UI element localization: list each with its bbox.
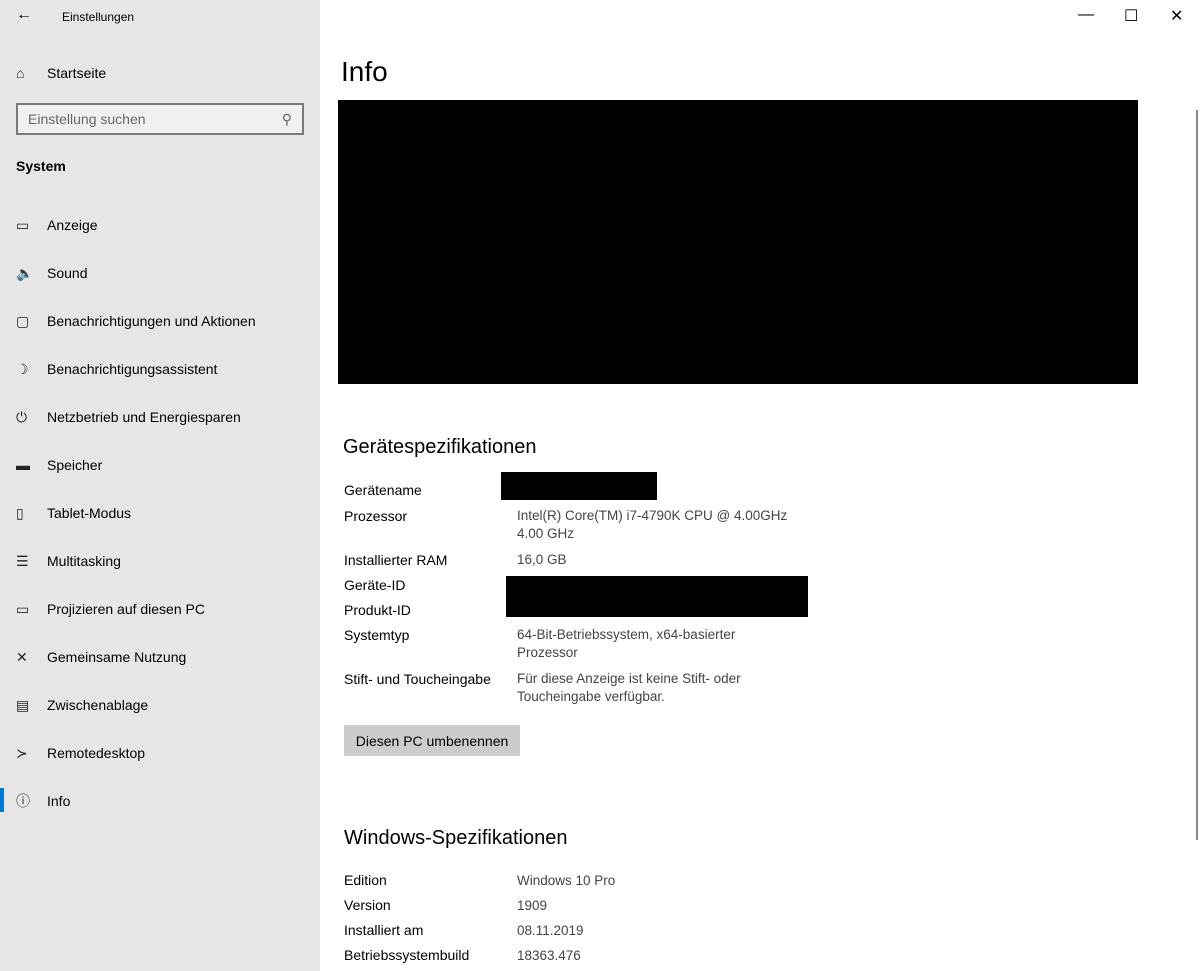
nav-item-sound[interactable]: 🔈 Sound [0,253,320,293]
nav-item-netzbetrieb-und-energiesparen[interactable]: ⏻ Netzbetrieb und Energiesparen [0,397,320,437]
spec-value-line: Prozessor [517,645,578,660]
project-icon: ▭ [16,600,30,617]
spec-value: 16,0 GB [517,551,567,569]
nav-label: Sound [47,265,88,281]
spec-value-line: Intel(R) Core(TM) i7-4790K CPU @ 4.00GHz [517,508,788,523]
spec-label: Produkt-ID [344,602,411,618]
spec-label: Gerätename [344,482,422,498]
moon-icon: ☽ [16,360,29,377]
power-icon: ⏻ [16,408,28,425]
search-icon: ⚲ [281,111,292,127]
spec-label: Systemtyp [344,627,410,643]
spec-label: Installiert am [344,922,424,938]
back-icon[interactable]: ← [16,6,32,24]
spec-label: Stift- und Toucheingabe [344,671,491,687]
info-icon: ⓘ [16,793,30,809]
nav-label: Info [47,793,71,809]
nav-label: Projizieren auf diesen PC [47,601,205,617]
home-icon: ⌂ [16,65,25,81]
spec-value: 18363.476 [517,948,581,963]
speaker-icon: 🔈 [16,264,34,281]
spec-label: Betriebssystembuild [344,947,470,963]
nav-item-multitasking[interactable]: ☰ Multitasking [0,541,320,581]
clipboard-icon: ▤ [16,696,30,713]
close-button[interactable]: ✕ [1170,6,1183,26]
nav-item-speicher[interactable]: ▬ Speicher [0,445,320,485]
redacted-device-name [501,472,657,500]
nav-item-anzeige[interactable]: ▭ Anzeige [0,205,320,245]
redacted-ids [506,576,808,617]
nav-label: Speicher [47,457,103,473]
nav-label: Startseite [47,65,107,81]
spec-value-line: Für diese Anzeige ist keine Stift- oder [517,671,741,686]
page-title: Info [341,56,388,87]
app-title: Einstellungen [62,10,135,24]
spec-value: 1909 [517,898,548,913]
spec-value: Intel(R) Core(TM) i7-4790K CPU @ 4.00GHz… [517,507,787,543]
nav-label: Benachrichtigungsassistent [47,361,218,377]
nav-label: Netzbetrieb und Energiesparen [47,409,241,425]
spec-label: Edition [344,872,387,888]
redacted-banner [338,100,1138,384]
spec-label: Installierter RAM [344,552,448,568]
search-input[interactable]: Einstellung suchen ⚲ [16,103,304,135]
nav-item-zwischenablage[interactable]: ▤ Zwischenablage [0,685,320,725]
nav-item-benachrichtigungen-und-aktionen[interactable]: ▢ Benachrichtigungen und Aktionen [0,301,320,341]
maximize-button[interactable]: ☐ [1124,6,1138,26]
notification-icon: ▢ [16,312,30,329]
nav-label: Benachrichtigungen und Aktionen [47,313,256,329]
multitasking-icon: ☰ [16,552,29,569]
spec-value-line: 16,0 GB [517,552,567,567]
spec-label: Version [344,897,391,913]
section-heading: System [16,158,66,174]
nav-item-benachrichtigungsassistent[interactable]: ☽ Benachrichtigungsassistent [0,349,320,389]
active-indicator [0,788,4,812]
device-specs-heading: Gerätespezifikationen [343,436,537,458]
share-icon: ✕ [16,648,28,665]
nav-label: Remotedesktop [47,745,146,761]
spec-value: 64-Bit-Betriebssystem, x64-basierter Proz… [517,626,735,662]
nav-label: Anzeige [47,217,98,233]
spec-value-line: 4.00 GHz [517,526,575,541]
spec-label: Geräte-ID [344,577,406,593]
scrollbar[interactable] [1196,110,1198,840]
nav-item-gemeinsame-nutzung[interactable]: ✕ Gemeinsame Nutzung [0,637,320,677]
nav-label: Tablet-Modus [47,505,132,521]
spec-value: Für diese Anzeige ist keine Stift- oder T… [517,670,741,706]
storage-icon: ▬ [16,457,30,473]
minimize-button[interactable]: — [1078,6,1094,24]
nav-label: Multitasking [47,553,121,569]
spec-value-line: 64-Bit-Betriebssystem, x64-basierter [517,627,736,642]
remote-icon: ≻ [16,744,28,761]
spec-value: Windows 10 Pro [517,873,616,888]
tablet-icon: ▯ [16,504,24,521]
spec-value-line: Toucheingabe verfügbar. [517,689,665,704]
windows-specs-heading: Windows-Spezifikationen [344,827,568,849]
nav-label: Gemeinsame Nutzung [47,649,187,665]
spec-label: Prozessor [344,508,408,524]
nav-item-projizieren-auf-diesen-pc[interactable]: ▭ Projizieren auf diesen PC [0,589,320,629]
nav-item-info[interactable]: ⓘ Info [0,781,320,821]
nav-item-remotedesktop[interactable]: ≻ Remotedesktop [0,733,320,773]
rename-pc-button[interactable]: Diesen PC umbenennen [344,725,520,756]
spec-value: 08.11.2019 [517,923,584,938]
search-placeholder: Einstellung suchen [28,111,146,127]
nav-label: Zwischenablage [47,697,149,713]
nav-home[interactable]: ⌂ Startseite [0,53,320,93]
monitor-icon: ▭ [16,216,30,233]
nav-item-tablet-modus[interactable]: ▯ Tablet-Modus [0,493,320,533]
sidebar: ← Einstellungen ⌂ Startseite Einstellung … [0,0,320,971]
